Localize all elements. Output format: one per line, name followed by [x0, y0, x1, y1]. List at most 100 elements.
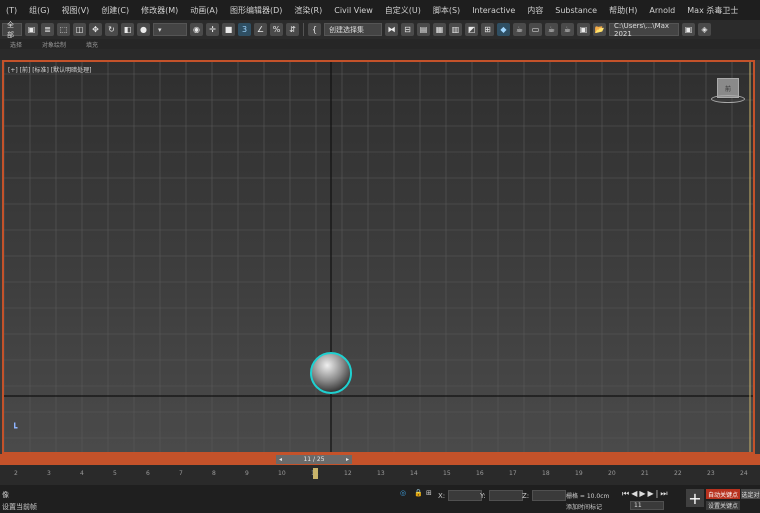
render-icon[interactable]: ☕ — [545, 23, 558, 36]
z-coordinate[interactable]: Z: — [522, 490, 567, 501]
time-slider[interactable]: ◂ 11 / 25 ▸ — [276, 455, 352, 464]
menu-item[interactable]: Interactive — [466, 6, 521, 15]
ribbon-tab[interactable]: 填充 — [76, 40, 108, 49]
menu-item[interactable]: 修改器(M) — [135, 5, 184, 16]
selected-dropdown[interactable]: 选定对 — [741, 489, 760, 499]
timeline-tick: 6 — [146, 470, 150, 477]
select-by-name-icon[interactable]: ≣ — [41, 23, 54, 36]
material-editor-icon[interactable]: ◆ — [497, 23, 510, 36]
menu-item[interactable]: Civil View — [328, 6, 379, 15]
curve-editor-icon[interactable]: ◩ — [465, 23, 478, 36]
schematic-view-icon[interactable]: ⊞ — [481, 23, 494, 36]
mirror-icon[interactable]: ⧓ — [385, 23, 398, 36]
grid-size: 栅格 = 10.0cm — [566, 493, 610, 500]
add-keyframe-icon[interactable]: + — [686, 489, 704, 508]
menu-item[interactable]: 脚本(S) — [427, 5, 466, 16]
angle-snap-icon[interactable]: ∠ — [254, 23, 267, 36]
set-key-button[interactable]: 设置关键点 — [706, 501, 740, 510]
menu-item[interactable]: (T) — [0, 6, 23, 15]
menu-item[interactable]: Arnold — [643, 6, 681, 15]
render-iterative-icon[interactable]: ☕ — [561, 23, 574, 36]
selected-sphere[interactable] — [310, 352, 352, 394]
x-input[interactable] — [448, 490, 483, 501]
project-path-dropdown[interactable]: C:\Users\...\Max 2021 — [609, 22, 679, 38]
menu-item[interactable]: 创建(C) — [95, 5, 135, 16]
next-frame-icon[interactable]: ▸ — [346, 456, 349, 463]
transform-mode-icon[interactable]: ⊞ — [426, 489, 432, 497]
playback-controls[interactable]: ⏮◀▶▶|⏭ — [622, 489, 670, 499]
viewcube-ring[interactable] — [711, 95, 745, 103]
percent-snap-icon[interactable]: % — [270, 23, 283, 36]
spinner-snap-icon[interactable]: ⇵ — [286, 23, 299, 36]
timeline-ruler[interactable]: 23456789101112131415161718192021222324 — [0, 465, 760, 485]
menu-item[interactable]: 图形编辑器(D) — [224, 5, 288, 16]
menu-item[interactable]: Max 杀毒卫士 — [681, 5, 744, 16]
align-icon[interactable]: ⊟ — [401, 23, 414, 36]
menu-item[interactable]: 视图(V) — [56, 5, 96, 16]
snap-3d-icon[interactable]: 3 — [238, 23, 251, 36]
viewport-label[interactable]: [+] [前] [标准] [默认明暗处理] — [8, 65, 91, 74]
open-explorer-icon[interactable]: 📂 — [593, 23, 606, 36]
status-bar: 像 设置当前帧 ◎ 🔒 ⊞ X: Y: Z: 栅格 = 10.0cm 添加时间标… — [0, 485, 760, 513]
timeline-tick: 2 — [14, 470, 18, 477]
lock-icon[interactable]: 🔒 — [414, 489, 423, 497]
isolate-icon[interactable]: ◎ — [400, 489, 406, 497]
x-coordinate[interactable]: X: — [438, 490, 483, 501]
modeling-ribbon: 选择 对象绘制 填充 — [0, 39, 760, 49]
extra-tool-icon[interactable]: ◈ — [698, 23, 711, 36]
axis-tripod-icon: ┗ — [12, 424, 18, 434]
crosshair-icon[interactable]: ✛ — [206, 23, 219, 36]
rotate-icon[interactable]: ↻ — [105, 23, 118, 36]
timeline-tick: 14 — [410, 470, 418, 477]
timeline-tick: 13 — [377, 470, 385, 477]
keyboard-override-icon[interactable]: ■ — [222, 23, 235, 36]
rendered-frame-icon[interactable]: ▭ — [529, 23, 542, 36]
timeline-tick: 24 — [740, 470, 748, 477]
menu-item[interactable]: 动画(A) — [184, 5, 224, 16]
render-setup-icon[interactable]: ☕ — [513, 23, 526, 36]
select-icon[interactable]: ▣ — [25, 23, 38, 36]
time-slider-track[interactable]: ◂ 11 / 25 ▸ — [0, 454, 760, 465]
pivot-icon[interactable]: ◉ — [190, 23, 203, 36]
named-selection-dropdown[interactable]: 创建选择集 — [324, 23, 382, 36]
current-frame-marker[interactable] — [313, 468, 318, 479]
front-viewport[interactable]: [+] [前] [标准] [默认明暗处理] 前 ┗ — [2, 60, 755, 454]
selection-filter-dropdown[interactable]: 全部 — [2, 21, 22, 39]
timeline-tick: 12 — [344, 470, 352, 477]
layer-explorer-icon[interactable]: ▤ — [417, 23, 430, 36]
rect-region-icon[interactable]: ⬚ — [57, 23, 70, 36]
menu-item[interactable]: Substance — [549, 6, 603, 15]
z-input[interactable] — [532, 490, 567, 501]
timeline-tick: 17 — [509, 470, 517, 477]
auto-key-button[interactable]: 自动关键点 — [706, 489, 740, 499]
timeline-tick: 4 — [80, 470, 84, 477]
status-hint: 设置当前帧 — [2, 503, 37, 511]
move-icon[interactable]: ✥ — [89, 23, 102, 36]
menu-item[interactable]: 内容 — [521, 5, 549, 16]
online-render-icon[interactable]: ▣ — [577, 23, 590, 36]
y-input[interactable] — [488, 490, 523, 501]
edit-named-selection-icon[interactable]: { — [308, 23, 321, 36]
add-time-tag[interactable]: 添加时间标记 — [566, 502, 602, 511]
ribbon-tab[interactable]: 选择 — [0, 40, 32, 49]
timeline-tick: 20 — [608, 470, 616, 477]
place-icon[interactable]: ● — [137, 23, 150, 36]
reference-coordinate-dropdown[interactable]: ▾ — [153, 23, 187, 36]
prev-frame-icon[interactable]: ◂ — [279, 456, 282, 463]
menu-item[interactable]: 自定义(U) — [379, 5, 427, 16]
timeline-tick: 21 — [641, 470, 649, 477]
scale-icon[interactable]: ◧ — [121, 23, 134, 36]
menu-item[interactable]: 帮助(H) — [603, 5, 643, 16]
toolbar-divider — [303, 23, 304, 36]
frame-input[interactable]: 11 — [630, 501, 664, 510]
menu-item[interactable]: 组(G) — [23, 5, 55, 16]
window-crossing-icon[interactable]: ◫ — [73, 23, 86, 36]
ribbon-tab[interactable]: 对象绘制 — [32, 40, 76, 49]
menu-item[interactable]: 渲染(R) — [288, 5, 328, 16]
ribbon-toggle-icon[interactable]: ▥ — [449, 23, 462, 36]
status-prompt: 像 — [2, 491, 9, 499]
timeline-tick: 7 — [179, 470, 183, 477]
project-folder-icon[interactable]: ▣ — [682, 23, 695, 36]
scene-explorer-icon[interactable]: ▦ — [433, 23, 446, 36]
y-coordinate[interactable]: Y: — [480, 490, 523, 501]
